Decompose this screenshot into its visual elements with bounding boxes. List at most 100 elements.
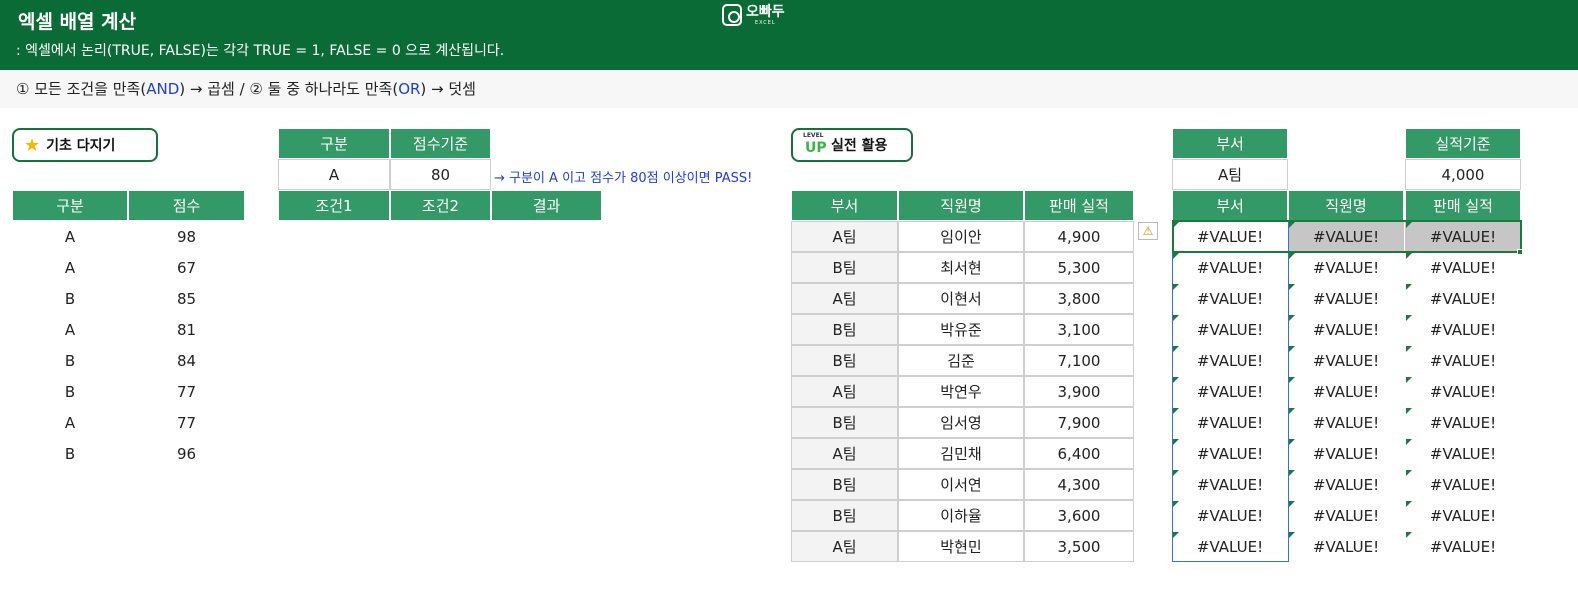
- sales-header: 직원명: [898, 190, 1024, 221]
- sales-cell[interactable]: B팀: [791, 469, 898, 500]
- table-cell[interactable]: A: [12, 407, 128, 438]
- sales-cell[interactable]: 이하율: [898, 500, 1024, 531]
- sales-cell[interactable]: 7,900: [1024, 407, 1134, 438]
- sales-cell[interactable]: 이현서: [898, 283, 1024, 314]
- table-cell[interactable]: B: [12, 345, 128, 376]
- sales-cell[interactable]: 3,100: [1024, 314, 1134, 345]
- value-error-cell[interactable]: #VALUE!: [1288, 438, 1404, 469]
- sales-cell[interactable]: 박유준: [898, 314, 1024, 345]
- sales-cell[interactable]: 박현민: [898, 531, 1024, 562]
- value-error-cell[interactable]: #VALUE!: [1172, 531, 1288, 562]
- error-indicator-icon: [1173, 315, 1179, 321]
- value-error-cell[interactable]: #VALUE!: [1172, 252, 1288, 283]
- sales-cell[interactable]: 임이안: [898, 221, 1024, 252]
- value-error-cell[interactable]: #VALUE!: [1172, 469, 1288, 500]
- warning-triangle-icon[interactable]: ⚠: [1138, 222, 1158, 240]
- value-error-cell[interactable]: #VALUE!: [1288, 376, 1404, 407]
- table-cell[interactable]: 85: [128, 283, 245, 314]
- sales-cell[interactable]: A팀: [791, 376, 898, 407]
- dept-criteria-value[interactable]: A팀: [1172, 159, 1288, 190]
- sales-cell[interactable]: A팀: [791, 531, 898, 562]
- sales-cell[interactable]: A팀: [791, 221, 898, 252]
- value-error-cell[interactable]: #VALUE!: [1405, 252, 1521, 283]
- value-error-cell[interactable]: #VALUE!: [1405, 438, 1521, 469]
- fill-handle[interactable]: [1517, 249, 1523, 255]
- table-cell[interactable]: 84: [128, 345, 245, 376]
- value-error-cell[interactable]: #VALUE!: [1405, 314, 1521, 345]
- table-cell[interactable]: A: [12, 252, 128, 283]
- sales-cell[interactable]: 5,300: [1024, 252, 1134, 283]
- sales-cell[interactable]: B팀: [791, 252, 898, 283]
- sales-cell[interactable]: 이서연: [898, 469, 1024, 500]
- table-cell[interactable]: B: [12, 438, 128, 469]
- error-indicator-icon: [1173, 222, 1179, 228]
- value-error-cell[interactable]: #VALUE!: [1405, 221, 1521, 252]
- value-error-cell[interactable]: #VALUE!: [1172, 438, 1288, 469]
- criteria-value[interactable]: 80: [390, 159, 491, 190]
- sales-cell[interactable]: 최서현: [898, 252, 1024, 283]
- sales-cell[interactable]: 3,800: [1024, 283, 1134, 314]
- value-error-cell[interactable]: #VALUE!: [1172, 407, 1288, 438]
- value-error-cell[interactable]: #VALUE!: [1172, 283, 1288, 314]
- table-cell[interactable]: A: [12, 221, 128, 252]
- value-error-cell[interactable]: #VALUE!: [1172, 314, 1288, 345]
- sales-cell[interactable]: A팀: [791, 283, 898, 314]
- value-error-cell[interactable]: #VALUE!: [1288, 531, 1404, 562]
- sales-cell[interactable]: 7,100: [1024, 345, 1134, 376]
- error-indicator-icon: [1406, 377, 1412, 383]
- value-error-cell[interactable]: #VALUE!: [1405, 345, 1521, 376]
- value-error-cell[interactable]: #VALUE!: [1288, 221, 1404, 252]
- value-error-cell[interactable]: #VALUE!: [1288, 469, 1404, 500]
- value-error-cell[interactable]: #VALUE!: [1288, 407, 1404, 438]
- table-cell[interactable]: 98: [128, 221, 245, 252]
- value-error-cell[interactable]: #VALUE!: [1405, 500, 1521, 531]
- error-indicator-icon: [1289, 377, 1295, 383]
- sales-cell[interactable]: 3,500: [1024, 531, 1134, 562]
- error-indicator-icon: [1173, 470, 1179, 476]
- perf-criteria-value[interactable]: 4,000: [1405, 159, 1521, 190]
- rule-bar: ① 모든 조건을 만족(AND) → 곱셈 / ② 둘 중 하나라도 만족(OR…: [0, 70, 1578, 108]
- value-error-cell[interactable]: #VALUE!: [1405, 531, 1521, 562]
- sales-cell[interactable]: 4,900: [1024, 221, 1134, 252]
- value-error-cell[interactable]: #VALUE!: [1288, 314, 1404, 345]
- table-cell[interactable]: 77: [128, 407, 245, 438]
- value-error-cell[interactable]: #VALUE!: [1288, 500, 1404, 531]
- sales-cell[interactable]: B팀: [791, 500, 898, 531]
- value-error-cell[interactable]: #VALUE!: [1172, 376, 1288, 407]
- sales-cell[interactable]: 3,900: [1024, 376, 1134, 407]
- title-banner: 엑셀 배열 계산 : 엑셀에서 논리(TRUE, FALSE)는 각각 TRUE…: [0, 0, 1578, 70]
- value-error-cell[interactable]: #VALUE!: [1288, 283, 1404, 314]
- table-cell[interactable]: 81: [128, 314, 245, 345]
- table-cell[interactable]: 77: [128, 376, 245, 407]
- value-error-cell[interactable]: #VALUE!: [1288, 345, 1404, 376]
- sales-cell[interactable]: B팀: [791, 314, 898, 345]
- value-error-cell[interactable]: #VALUE!: [1405, 407, 1521, 438]
- sales-cell[interactable]: 김준: [898, 345, 1024, 376]
- value-error-cell[interactable]: #VALUE!: [1405, 469, 1521, 500]
- rule-and: AND: [146, 80, 180, 98]
- error-indicator-icon: [1173, 439, 1179, 445]
- value-error-cell[interactable]: #VALUE!: [1405, 283, 1521, 314]
- sales-cell[interactable]: 김민채: [898, 438, 1024, 469]
- sales-cell[interactable]: 임서영: [898, 407, 1024, 438]
- sales-cell[interactable]: B팀: [791, 345, 898, 376]
- sales-cell[interactable]: 6,400: [1024, 438, 1134, 469]
- sales-cell[interactable]: 4,300: [1024, 469, 1134, 500]
- sales-cell[interactable]: 3,600: [1024, 500, 1134, 531]
- sales-cell[interactable]: A팀: [791, 438, 898, 469]
- table-cell[interactable]: B: [12, 283, 128, 314]
- table-cell[interactable]: A: [12, 314, 128, 345]
- criteria-value[interactable]: A: [278, 159, 390, 190]
- value-error-cell[interactable]: #VALUE!: [1172, 221, 1288, 252]
- table-cell[interactable]: 96: [128, 438, 245, 469]
- error-indicator-icon: [1289, 532, 1295, 538]
- error-indicator-icon: [1406, 222, 1412, 228]
- table-cell[interactable]: 67: [128, 252, 245, 283]
- value-error-cell[interactable]: #VALUE!: [1288, 252, 1404, 283]
- sales-cell[interactable]: 박연우: [898, 376, 1024, 407]
- value-error-cell[interactable]: #VALUE!: [1172, 345, 1288, 376]
- value-error-cell[interactable]: #VALUE!: [1405, 376, 1521, 407]
- sales-cell[interactable]: B팀: [791, 407, 898, 438]
- value-error-cell[interactable]: #VALUE!: [1172, 500, 1288, 531]
- table-cell[interactable]: B: [12, 376, 128, 407]
